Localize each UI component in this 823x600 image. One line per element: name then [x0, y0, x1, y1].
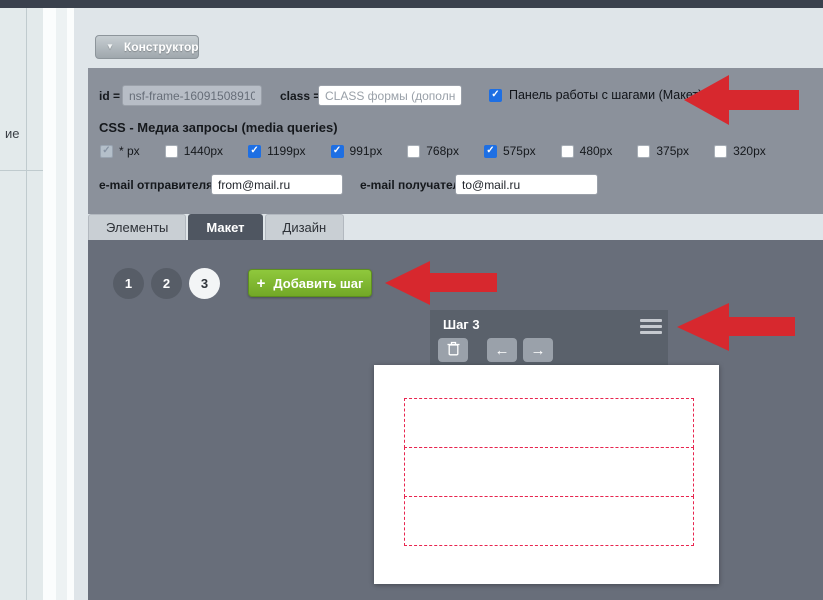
- hamburger-menu-icon[interactable]: [640, 319, 662, 337]
- add-step-button[interactable]: + Добавить шаг: [248, 269, 372, 297]
- tab-0[interactable]: Элементы: [88, 214, 186, 241]
- checkbox-1440px[interactable]: [165, 145, 178, 158]
- media-option-label: 1440px: [184, 144, 223, 158]
- arrow-head: [684, 75, 729, 125]
- media-option-star-px: ✓ * px: [100, 144, 140, 158]
- arrow-head: [677, 303, 729, 351]
- step-circle-1[interactable]: 1: [113, 268, 144, 299]
- arrow-tail: [729, 317, 795, 336]
- media-option-480px[interactable]: 480px: [561, 144, 613, 158]
- media-option-575px[interactable]: ✓ 575px: [484, 144, 536, 158]
- arrow-head: [385, 261, 430, 305]
- tabs: ЭлементыМакетДизайн: [88, 214, 346, 240]
- form-row-placeholder[interactable]: [404, 398, 694, 448]
- media-option-label: 320px: [733, 144, 766, 158]
- sidebar-clipped-text: ие: [5, 126, 20, 141]
- media-option-label: 575px: [503, 144, 536, 158]
- arrow-right-icon: →: [531, 342, 546, 359]
- steps-panel-checkbox[interactable]: ✓: [489, 89, 502, 102]
- red-arrow-annotation-step-menu: [677, 303, 729, 351]
- add-step-label: Добавить шаг: [273, 276, 363, 291]
- form-rows-container: [404, 398, 694, 546]
- sidebar-stripe: [56, 8, 67, 600]
- form-row-placeholder[interactable]: [404, 447, 694, 497]
- layout-tab-content: 123 + Добавить шаг Шаг 3 ← →: [88, 240, 823, 600]
- red-arrow-annotation-add-step: [385, 261, 430, 305]
- delete-step-button[interactable]: [438, 338, 468, 362]
- media-option-label: 480px: [580, 144, 613, 158]
- form-builder-screen: ие ▼ Конструктор id = class = ✓ Панель р…: [0, 0, 823, 600]
- step-panel-title: Шаг 3: [443, 317, 480, 332]
- checkbox-1199px[interactable]: ✓: [248, 145, 261, 158]
- media-option-label: 991px: [350, 144, 383, 158]
- arrow-tail: [729, 90, 799, 110]
- move-step-right-button[interactable]: →: [523, 338, 553, 362]
- constructor-button[interactable]: ▼ Конструктор: [95, 35, 199, 59]
- media-option-label: 768px: [426, 144, 459, 158]
- trash-icon: [447, 341, 460, 360]
- id-field[interactable]: [122, 85, 262, 106]
- checkbox-991px[interactable]: ✓: [331, 145, 344, 158]
- plus-icon: +: [257, 276, 266, 291]
- media-option-label: 375px: [656, 144, 689, 158]
- sidebar-stripe: [27, 8, 43, 600]
- media-option-label: 1199px: [267, 144, 305, 158]
- steps-panel-checkbox-label: Панель работы с шагами (Макет): [509, 88, 702, 102]
- step-circle-3[interactable]: 3: [189, 268, 220, 299]
- media-option-375px[interactable]: 375px: [637, 144, 689, 158]
- form-canvas: [374, 365, 719, 584]
- checkbox-480px[interactable]: [561, 145, 574, 158]
- checkbox-575px[interactable]: ✓: [484, 145, 497, 158]
- media-option-768px[interactable]: 768px: [407, 144, 459, 158]
- arrow-tail: [430, 273, 497, 292]
- red-arrow-annotation-steps-checkbox: [684, 75, 729, 125]
- email-from-label: e-mail отправителя:: [99, 178, 217, 192]
- class-label: class =: [280, 89, 320, 103]
- media-options-row: ✓ * px 1440px ✓ 1199px ✓ 991px 768px ✓ 575px 480px…: [100, 144, 791, 158]
- sidebar: ие: [0, 8, 74, 600]
- move-step-left-button[interactable]: ←: [487, 338, 517, 362]
- step-circles: 123: [113, 268, 227, 299]
- chevron-down-icon: ▼: [106, 43, 114, 51]
- arrow-left-icon: ←: [495, 342, 510, 359]
- tab-1[interactable]: Макет: [188, 214, 262, 241]
- step-circle-2[interactable]: 2: [151, 268, 182, 299]
- tab-2[interactable]: Дизайн: [265, 214, 345, 241]
- sidebar-divider: [0, 170, 43, 171]
- media-option-991px[interactable]: ✓ 991px: [331, 144, 383, 158]
- checkbox-star-px: ✓: [100, 145, 113, 158]
- id-label: id =: [99, 89, 120, 103]
- form-row-placeholder[interactable]: [404, 496, 694, 546]
- media-option-320px[interactable]: 320px: [714, 144, 766, 158]
- media-queries-header: CSS - Медиа запросы (media queries): [99, 120, 338, 135]
- checkbox-375px[interactable]: [637, 145, 650, 158]
- sidebar-stripe: [0, 8, 27, 600]
- top-bar: [0, 0, 823, 8]
- media-option-1440px[interactable]: 1440px: [165, 144, 223, 158]
- checkbox-320px[interactable]: [714, 145, 727, 158]
- steps-panel-toggle[interactable]: ✓ Панель работы с шагами (Макет): [489, 88, 702, 102]
- step-panel: Шаг 3 ← →: [430, 310, 668, 367]
- email-to-field[interactable]: [455, 174, 598, 195]
- media-option-label: * px: [119, 144, 140, 158]
- checkbox-768px[interactable]: [407, 145, 420, 158]
- constructor-button-label: Конструктор: [124, 40, 199, 54]
- media-option-1199px[interactable]: ✓ 1199px: [248, 144, 305, 158]
- email-from-field[interactable]: [211, 174, 343, 195]
- class-field[interactable]: [318, 85, 462, 106]
